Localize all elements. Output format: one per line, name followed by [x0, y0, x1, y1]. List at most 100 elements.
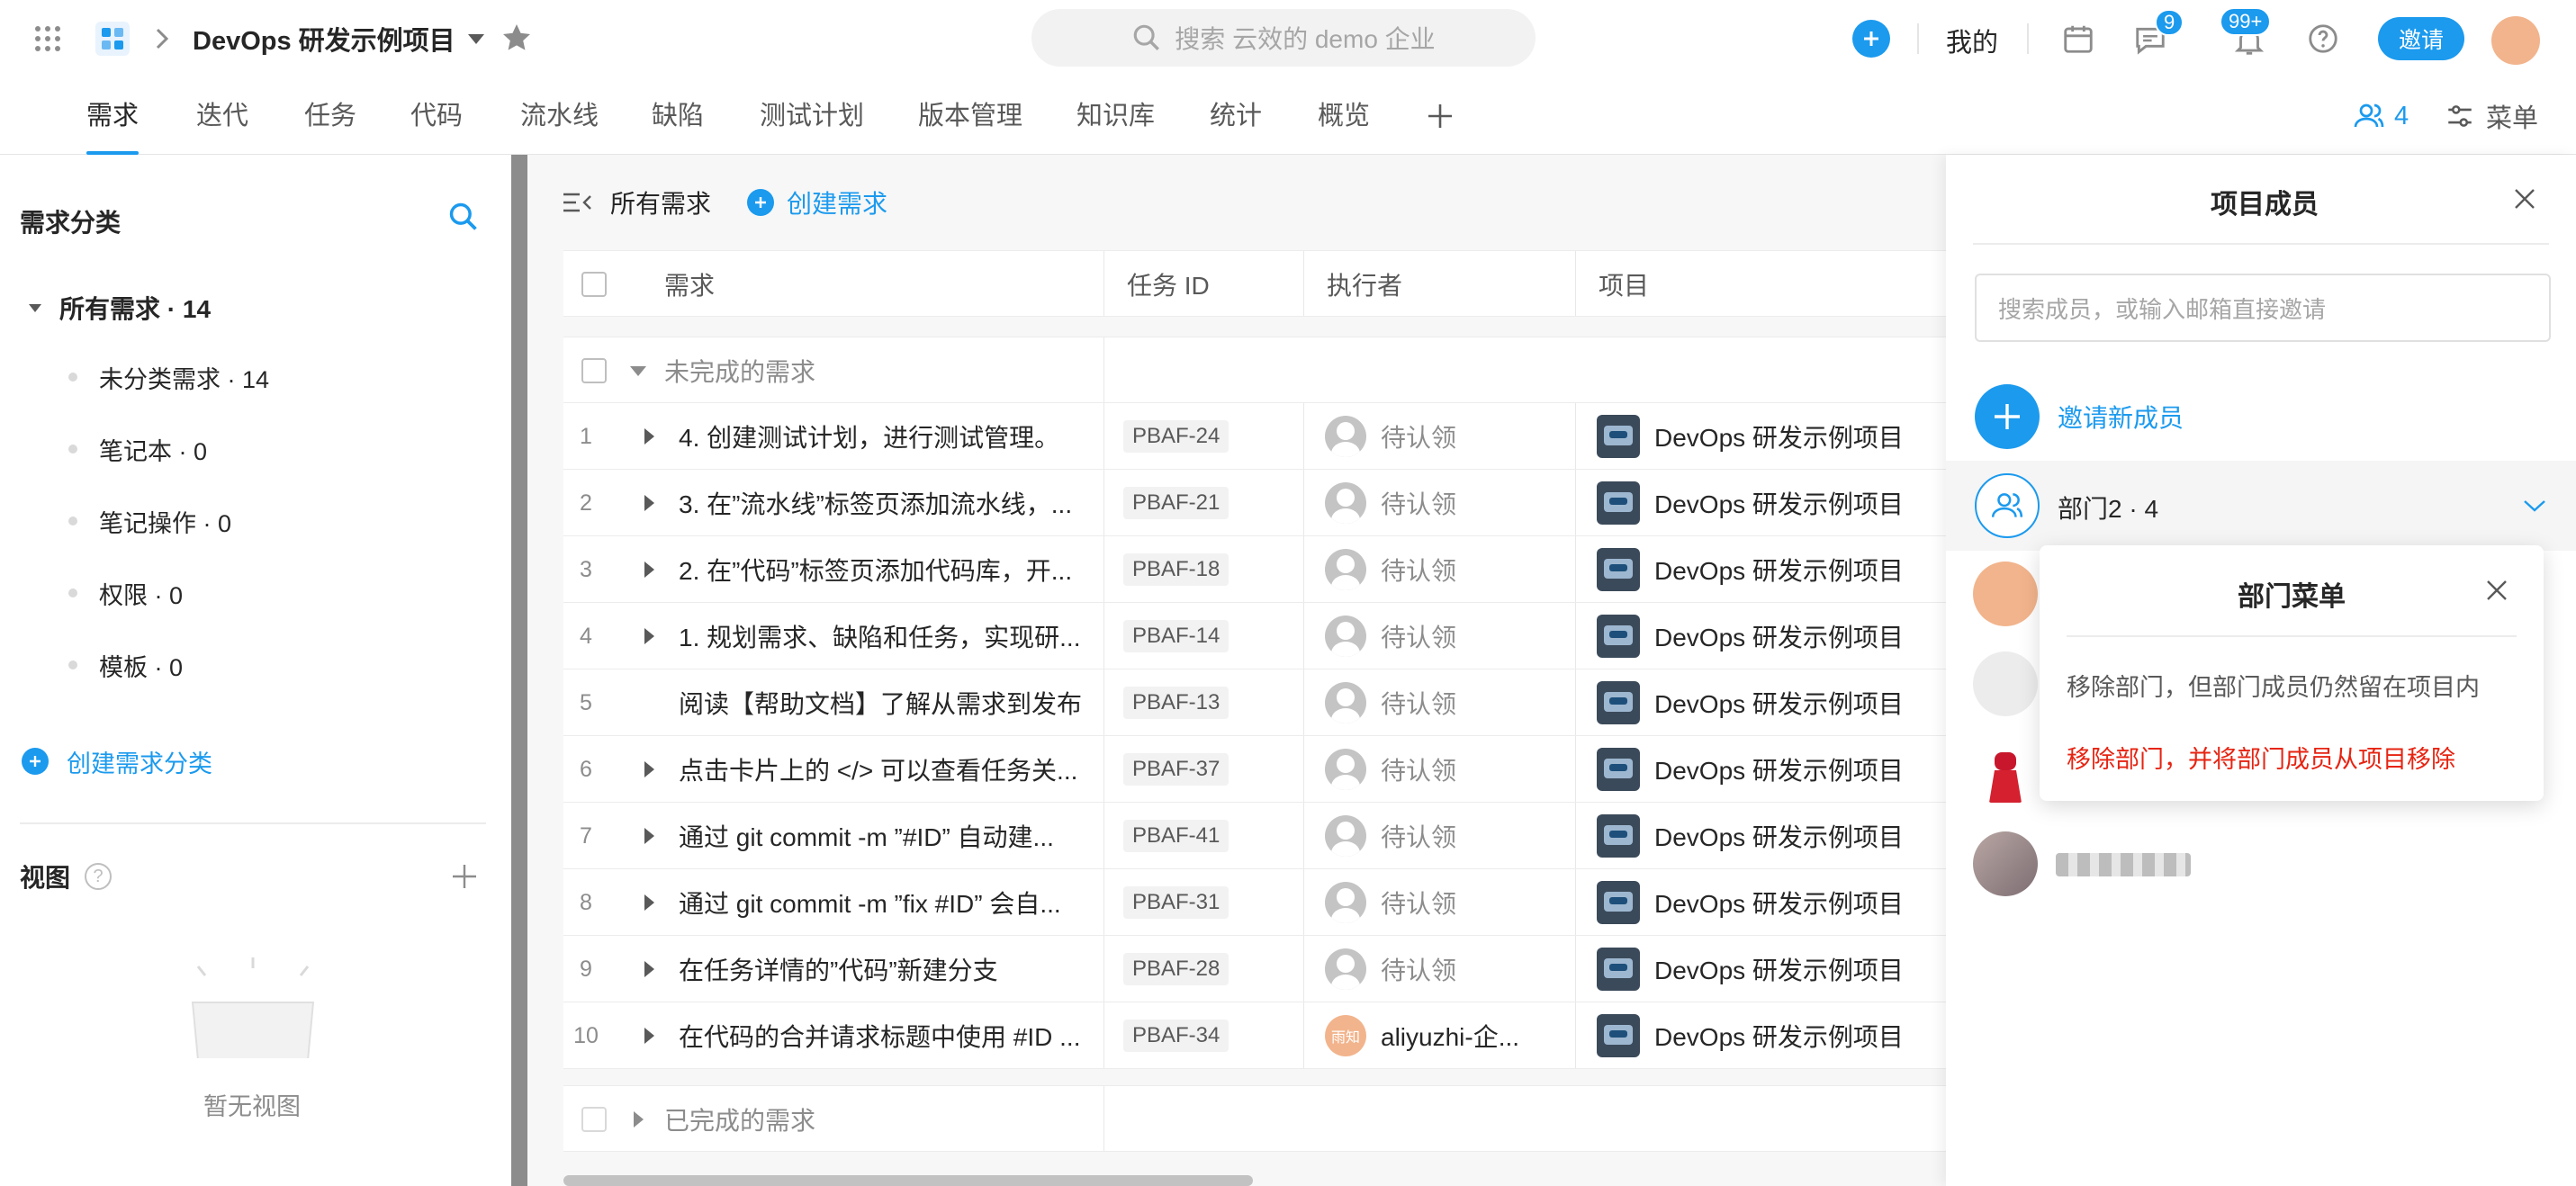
requirement-title[interactable]: 通过 git commit -m ”#ID” 自动建...	[679, 803, 1093, 869]
horizontal-scrollbar[interactable]	[563, 1175, 1253, 1186]
avatar[interactable]	[2491, 16, 2540, 65]
category-root[interactable]: 所有需求 · 14	[29, 288, 211, 328]
group-header-done[interactable]: 已完成的需求	[563, 1085, 1946, 1152]
members-button[interactable]: 4	[2353, 95, 2409, 137]
tab-4[interactable]: 代码	[410, 77, 463, 155]
table-row[interactable]: 2 3. 在”流水线”标签页添加流水线，... PBAF-21 待认领 DevOps 研…	[563, 470, 1946, 536]
avatar[interactable]	[1973, 831, 2038, 896]
tab-1[interactable]: 需求	[86, 77, 140, 155]
chevron-right-icon[interactable]	[644, 961, 654, 977]
avatar[interactable]	[1973, 651, 2038, 716]
help-icon[interactable]: ?	[85, 863, 113, 890]
requirement-title[interactable]: 在任务详情的”代码”新建分支	[679, 936, 1093, 1002]
apps-grid-icon[interactable]	[32, 23, 63, 54]
column-header-project[interactable]: 项目	[1599, 251, 1649, 318]
add-view-icon[interactable]	[450, 862, 479, 891]
chevron-right-icon[interactable]	[644, 628, 654, 644]
avatar[interactable]	[1973, 741, 2038, 806]
menu-item-remove-keep-members[interactable]: 移除部门，但部门成员仍然留在项目内	[2067, 668, 2480, 703]
assignee-cell[interactable]: 待认领	[1325, 936, 1456, 1002]
tab-3[interactable]: 任务	[304, 77, 356, 155]
column-header-title[interactable]: 需求	[664, 251, 715, 318]
tab-8[interactable]: 版本管理	[918, 77, 1022, 155]
table-row[interactable]: 10 在代码的合并请求标题中使用 #ID ... PBAF-34 雨知 aliyuzhi…	[563, 1002, 1946, 1069]
department-row[interactable]: 部门2 · 4	[1946, 461, 2576, 551]
assignee-cell[interactable]: 待认领	[1325, 803, 1456, 869]
table-row[interactable]: 1 4. 创建测试计划，进行测试管理。 PBAF-24 待认领 DevOps 研发示例项…	[563, 403, 1946, 470]
table-row[interactable]: 4 1. 规划需求、缺陷和任务，实现研... PBAF-14 待认领 DevOps 研发…	[563, 603, 1946, 669]
requirement-title[interactable]: 4. 创建测试计划，进行测试管理。	[679, 403, 1093, 470]
tab-5[interactable]: 流水线	[520, 77, 599, 155]
group-checkbox[interactable]	[581, 1107, 607, 1132]
requirement-title[interactable]: 通过 git commit -m ”fix #ID” 会自...	[679, 869, 1093, 936]
tab-7[interactable]: 测试计划	[760, 77, 864, 155]
select-all-checkbox[interactable]	[581, 272, 607, 297]
logo-icon[interactable]	[94, 20, 131, 58]
tab-9[interactable]: 知识库	[1076, 77, 1155, 155]
help-icon[interactable]	[2306, 22, 2340, 56]
mine-link[interactable]: 我的	[1946, 22, 1998, 59]
requirement-title[interactable]: 阅读【帮助文档】了解从需求到发布	[679, 669, 1093, 736]
requirement-title[interactable]: 在代码的合并请求标题中使用 #ID ...	[679, 1002, 1093, 1069]
member-search-input[interactable]: 搜索成员，或输入邮箱直接邀请	[1975, 274, 2551, 342]
table-row[interactable]: 8 通过 git commit -m ”fix #ID” 会自... PBAF-31…	[563, 869, 1946, 936]
assignee-cell[interactable]: 待认领	[1325, 470, 1456, 536]
column-header-assignee[interactable]: 执行者	[1327, 251, 1402, 318]
assignee-cell[interactable]: 待认领	[1325, 869, 1456, 936]
column-header-id[interactable]: 任务 ID	[1127, 251, 1210, 318]
project-switcher[interactable]: DevOps 研发示例项目	[193, 18, 484, 59]
assignee-cell[interactable]: 待认领	[1325, 536, 1456, 603]
chevron-right-icon[interactable]	[644, 562, 654, 578]
chevron-right-icon[interactable]	[644, 428, 654, 445]
department-menu-popover: 部门菜单 移除部门，但部门成员仍然留在项目内 移除部门，并将部门成员从项目移除	[2040, 545, 2544, 801]
invite-member-button[interactable]: 邀请新成员	[1975, 383, 2184, 450]
group-header-open[interactable]: 未完成的需求	[563, 337, 1946, 403]
assignee-cell[interactable]: 待认领	[1325, 403, 1456, 470]
chevron-right-icon[interactable]	[644, 894, 654, 911]
assignee-cell[interactable]: 待认领	[1325, 669, 1456, 736]
group-checkbox[interactable]	[581, 358, 607, 383]
assignee-cell[interactable]: 雨知 aliyuzhi-企...	[1325, 1002, 1519, 1069]
create-requirement-button[interactable]: 创建需求	[747, 182, 887, 223]
table-row[interactable]: 6 点击卡片上的 </> 可以查看任务关... PBAF-37 待认领 DevOps 研…	[563, 736, 1946, 803]
table-row[interactable]: 3 2. 在”代码”标签页添加代码库，开... PBAF-18 待认领 DevOps 研…	[563, 536, 1946, 603]
star-icon[interactable]	[500, 22, 533, 54]
invite-button[interactable]: 邀请	[2378, 17, 2464, 60]
assignee-cell[interactable]: 待认领	[1325, 736, 1456, 803]
add-tab-icon[interactable]	[1426, 102, 1455, 130]
avatar[interactable]	[1973, 562, 2038, 626]
category-item[interactable]: 权限 · 0	[68, 576, 183, 611]
chevron-right-icon[interactable]	[644, 828, 654, 844]
table-row[interactable]: 9 在任务详情的”代码”新建分支 PBAF-28 待认领 DevOps 研发示例项目	[563, 936, 1946, 1002]
chevron-down-icon[interactable]	[2522, 497, 2547, 515]
tab-6[interactable]: 缺陷	[652, 77, 704, 155]
quick-add-button[interactable]	[1852, 20, 1890, 58]
chevron-right-icon[interactable]	[644, 1028, 654, 1044]
search-icon[interactable]	[446, 200, 481, 234]
filter-toggle[interactable]: 所有需求	[562, 182, 711, 223]
chevron-right-icon[interactable]	[644, 761, 654, 777]
calendar-icon[interactable]	[2061, 22, 2095, 56]
requirement-title[interactable]: 点击卡片上的 </> 可以查看任务关...	[679, 736, 1093, 803]
category-item[interactable]: 未分类需求 · 14	[68, 360, 269, 395]
table-row[interactable]: 5 阅读【帮助文档】了解从需求到发布 PBAF-13 待认领 DevOps 研发示例项目	[563, 669, 1946, 736]
create-category-button[interactable]: 创建需求分类	[22, 741, 212, 781]
close-icon[interactable]	[2511, 185, 2538, 212]
requirement-title[interactable]: 1. 规划需求、缺陷和任务，实现研...	[679, 603, 1093, 669]
category-item[interactable]: 笔记操作 · 0	[68, 504, 231, 539]
tab-11[interactable]: 概览	[1318, 77, 1370, 155]
global-search[interactable]: 搜索 云效的 demo 企业	[1031, 9, 1536, 67]
close-icon[interactable]	[2484, 578, 2509, 603]
tab-2[interactable]: 迭代	[196, 77, 248, 155]
menu-item-remove-with-members[interactable]: 移除部门，并将部门成员从项目移除	[2067, 740, 2455, 775]
assignee-cell[interactable]: 待认领	[1325, 603, 1456, 669]
tab-10[interactable]: 统计	[1210, 77, 1262, 155]
requirement-title[interactable]: 2. 在”代码”标签页添加代码库，开...	[679, 536, 1093, 603]
table-row[interactable]: 7 通过 git commit -m ”#ID” 自动建... PBAF-41 待认领…	[563, 803, 1946, 869]
category-item[interactable]: 模板 · 0	[68, 648, 183, 683]
category-item[interactable]: 笔记本 · 0	[68, 432, 207, 467]
menu-button[interactable]: 菜单	[2445, 95, 2538, 137]
requirement-title[interactable]: 3. 在”流水线”标签页添加流水线，...	[679, 470, 1093, 536]
chevron-right-icon[interactable]	[644, 495, 654, 511]
sidebar-resize-handle[interactable]	[511, 155, 527, 1186]
